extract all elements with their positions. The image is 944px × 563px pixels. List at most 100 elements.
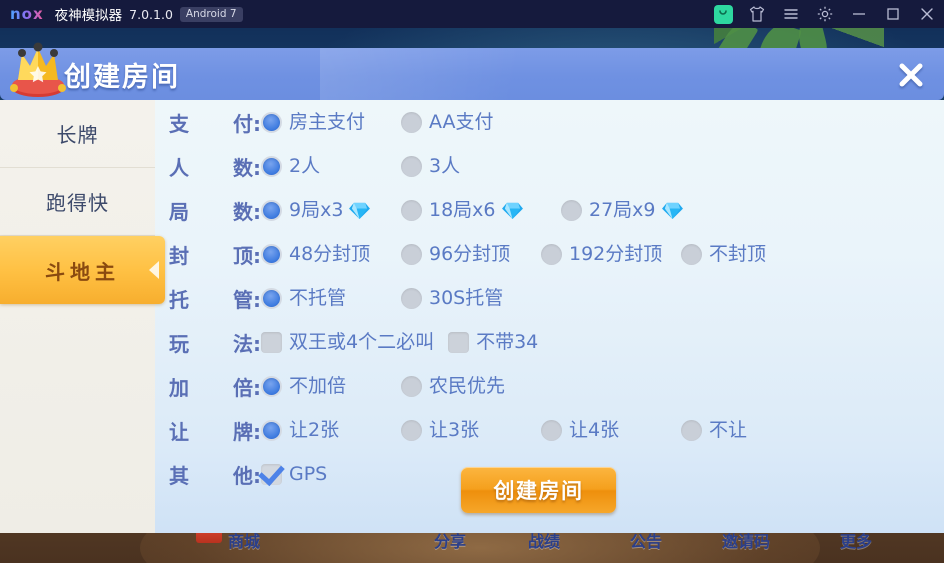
checkbox-no-34-rule[interactable]: 不带34	[448, 331, 538, 353]
option-row-label: 托 管:	[169, 284, 261, 313]
option-row-rules: 玩 法: 双王或4个二必叫 不带34	[155, 323, 538, 361]
option-row-label: 局 数:	[169, 196, 261, 225]
option-row-payment: 支 付: 房主支付 AA支付	[155, 103, 541, 141]
close-icon[interactable]	[896, 60, 926, 90]
close-icon	[921, 8, 933, 20]
radio-cap-none[interactable]: 不封顶	[681, 243, 766, 265]
shop-icon	[713, 4, 733, 24]
menu-icon	[784, 9, 798, 19]
label-char-b: 倍:	[233, 375, 261, 400]
label-char-a: 玩	[169, 331, 189, 356]
minimize-icon	[853, 13, 865, 15]
chevron-left-icon	[149, 261, 159, 279]
radio-handicap-2[interactable]: 让2张	[261, 419, 401, 441]
label-char-b: 他:	[233, 463, 261, 488]
shop-button[interactable]	[706, 0, 740, 28]
label-char-a: 支	[169, 111, 189, 136]
maximize-button[interactable]	[876, 0, 910, 28]
sidebar-item-label: 斗地主	[45, 259, 120, 284]
label-char-a: 加	[169, 375, 189, 400]
radio-handicap-none[interactable]: 不让	[681, 419, 747, 441]
option-row-label: 人 数:	[169, 152, 261, 181]
radio-icon	[401, 155, 422, 177]
diamond-icon	[661, 202, 683, 219]
radio-icon-selected	[261, 155, 282, 177]
option-row-handicap: 让 牌: 让2张 让3张 让4张 不让	[155, 411, 747, 449]
dialog-title: 创建房间	[64, 62, 180, 93]
diamond-icon	[349, 202, 371, 219]
radio-icon	[401, 375, 422, 397]
option-row-other: 其 他: GPS	[155, 455, 327, 493]
checkbox-icon-checked	[261, 463, 282, 485]
titlebar-buttons	[706, 0, 944, 28]
tshirt-button[interactable]	[740, 0, 774, 28]
option-row-label: 支 付:	[169, 108, 261, 137]
option-row-auto-play: 托 管: 不托管 30S托管	[155, 279, 541, 317]
radio-icon-selected	[261, 243, 282, 265]
radio-payment-owner[interactable]: 房主支付	[261, 111, 401, 133]
label-char-b: 法:	[233, 331, 261, 356]
app-title: 夜神模拟器	[54, 8, 123, 24]
option-row-multiplier: 加 倍: 不加倍 农民优先	[155, 367, 541, 405]
label-char-a: 局	[169, 199, 189, 224]
radio-icon	[681, 419, 702, 441]
radio-rounds-18[interactable]: 18局x6	[401, 199, 561, 221]
option-row-label: 让 牌:	[169, 416, 261, 445]
minimize-button[interactable]	[842, 0, 876, 28]
screen: 商城 分享 战绩 公告 邀请码 更多 创建房间 长牌 跑得快 斗地主 支 付: …	[0, 0, 944, 563]
option-row-label: 其 他:	[169, 460, 261, 489]
window-titlebar: nox 夜神模拟器 7.0.1.0 Android 7	[0, 0, 944, 28]
radio-icon	[681, 243, 702, 265]
settings-button[interactable]	[808, 0, 842, 28]
dialog-header: 创建房间	[0, 42, 944, 100]
radio-rounds-9[interactable]: 9局x3	[261, 199, 401, 221]
radio-handicap-3[interactable]: 让3张	[401, 419, 541, 441]
close-button[interactable]	[910, 0, 944, 28]
radio-players-3[interactable]: 3人	[401, 155, 541, 177]
option-row-player-count: 人 数: 2人 3人	[155, 147, 541, 185]
radio-icon-selected	[261, 375, 282, 397]
radio-cap-48[interactable]: 48分封顶	[261, 243, 401, 265]
radio-cap-96[interactable]: 96分封顶	[401, 243, 541, 265]
sidebar-item-label: 跑得快	[46, 191, 109, 215]
radio-icon-selected	[261, 111, 282, 133]
sidebar-item-paodekuai[interactable]: 跑得快	[0, 168, 155, 236]
option-row-label: 加 倍:	[169, 372, 261, 401]
radio-icon	[541, 243, 562, 265]
radio-rounds-27[interactable]: 27局x9	[561, 199, 721, 221]
android-version-badge: Android 7	[179, 6, 243, 22]
radio-cap-192[interactable]: 192分封顶	[541, 243, 681, 265]
label-char-b: 顶:	[233, 243, 261, 268]
sidebar-item-label: 长牌	[56, 123, 99, 147]
radio-icon-selected	[261, 419, 282, 441]
menu-button[interactable]	[774, 0, 808, 28]
radio-payment-aa[interactable]: AA支付	[401, 111, 541, 133]
create-room-button[interactable]: 创建房间	[461, 467, 616, 513]
label-char-b: 数:	[233, 199, 261, 224]
radio-autoplay-30s[interactable]: 30S托管	[401, 287, 541, 309]
radio-multiplier-none[interactable]: 不加倍	[261, 375, 401, 397]
sidebar-item-doudizhu[interactable]: 斗地主	[0, 236, 165, 304]
gear-icon	[817, 6, 833, 22]
checkbox-two-jokers-rule[interactable]: 双王或4个二必叫	[261, 331, 434, 353]
dialog-body: 长牌 跑得快 斗地主 支 付: 房主支付 AA支付 人 数: 2人 3人 局 数…	[0, 100, 944, 533]
nox-logo: nox	[10, 5, 44, 23]
label-char-b: 数:	[233, 155, 261, 180]
app-version: 7.0.1.0	[129, 6, 173, 22]
radio-players-2[interactable]: 2人	[261, 155, 401, 177]
tshirt-icon	[749, 6, 765, 22]
label-char-b: 付:	[233, 111, 261, 136]
option-row-label: 玩 法:	[169, 328, 261, 357]
radio-icon	[401, 111, 422, 133]
radio-autoplay-off[interactable]: 不托管	[261, 287, 401, 309]
radio-icon-selected	[261, 199, 282, 221]
radio-multiplier-farmer-first[interactable]: 农民优先	[401, 375, 541, 397]
create-room-dialog: 创建房间 长牌 跑得快 斗地主 支 付: 房主支付 AA支付 人 数: 2人 3…	[0, 42, 944, 533]
checkbox-gps[interactable]: GPS	[261, 463, 327, 485]
radio-icon	[401, 287, 422, 309]
radio-handicap-4[interactable]: 让4张	[541, 419, 681, 441]
sidebar-item-changpai[interactable]: 长牌	[0, 100, 155, 168]
diamond-icon	[501, 202, 523, 219]
radio-icon	[401, 419, 422, 441]
label-char-a: 封	[169, 243, 189, 268]
